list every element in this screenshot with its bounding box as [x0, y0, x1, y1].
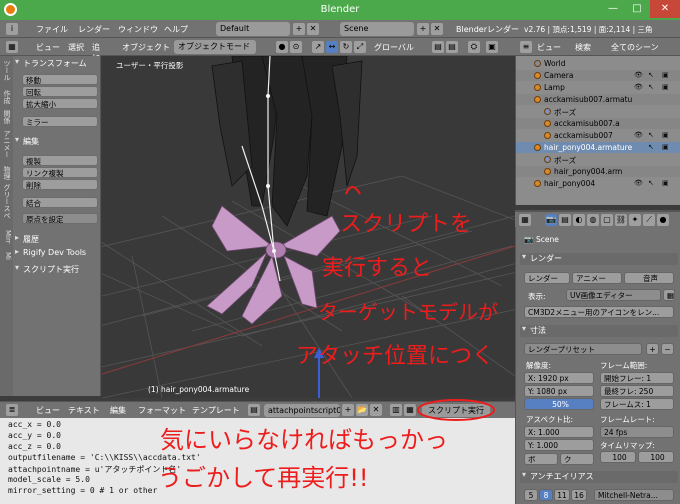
annotation-line-1: スクリプトを: [340, 212, 473, 237]
annotation-line-3: ターゲットモデルが: [318, 300, 498, 324]
annotation-line-4: アタッチ位置につく: [296, 344, 495, 369]
annotation-line-5: 気にいらなければもっかっ: [160, 426, 448, 454]
annotation-line-6: うごかして再実行!!: [158, 464, 369, 492]
annotation-line-2: 実行すると: [322, 256, 433, 281]
run-button-circle: [417, 399, 495, 421]
annotation-flourish: [345, 186, 361, 195]
